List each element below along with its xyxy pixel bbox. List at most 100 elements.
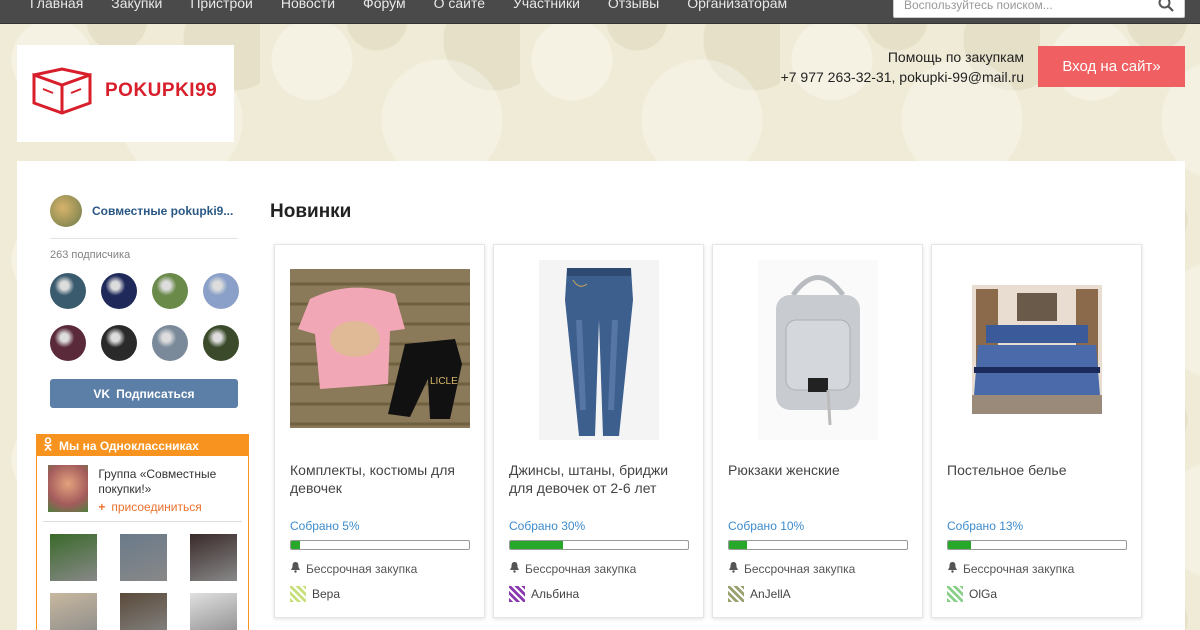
help-contacts: Помощь по закупкам +7 977 263-32-31, pok… xyxy=(781,47,1024,87)
search-box xyxy=(893,0,1185,18)
vk-subscriber-avatar[interactable] xyxy=(50,325,86,361)
vk-subscriber-avatar[interactable] xyxy=(101,325,137,361)
vk-subscriber-avatar[interactable] xyxy=(101,273,137,309)
purchase-type: Бессрочная закупка xyxy=(728,561,855,576)
nav-item-organizers[interactable]: Организаторам xyxy=(673,0,801,12)
purchase-type: Бессрочная закупка xyxy=(290,561,417,576)
vk-subscriber-avatar[interactable] xyxy=(152,325,188,361)
main-panel: Совместные pokupki9... 263 подписчика VK… xyxy=(17,161,1185,630)
ok-join-label: присоединиться xyxy=(111,500,202,514)
ok-join-link[interactable]: + присоединиться xyxy=(98,500,248,514)
organizer-avatar[interactable] xyxy=(509,586,525,602)
purchase-type: Бессрочная закупка xyxy=(947,561,1074,576)
odnoklassniki-icon xyxy=(43,437,53,454)
organizer-name[interactable]: AnJellA xyxy=(750,587,791,601)
nav-item-news[interactable]: Новости xyxy=(267,0,349,12)
vk-subscriber-avatar[interactable] xyxy=(203,273,239,309)
product-image-bedding[interactable] xyxy=(972,285,1102,414)
ok-group-avatar[interactable] xyxy=(48,465,89,512)
product-title[interactable]: Комплекты, костюмы для девочек xyxy=(290,461,470,497)
bell-icon xyxy=(509,561,520,576)
ok-member-photo[interactable] xyxy=(190,534,237,581)
ok-member-photo[interactable] xyxy=(120,534,167,581)
product-title[interactable]: Джинсы, штаны, бриджи для девочек от 2-6… xyxy=(509,461,689,497)
organizer-name[interactable]: Вера xyxy=(312,587,340,601)
search-input[interactable] xyxy=(894,0,1144,17)
ok-member-photo[interactable] xyxy=(50,534,97,581)
section-title: Новинки xyxy=(270,201,352,222)
nav-item-reviews[interactable]: Отзывы xyxy=(594,0,673,12)
ok-member-photos xyxy=(37,522,248,630)
top-nav: Главная Закупки Пристрой Новости Форум О… xyxy=(0,0,1200,24)
vk-widget: Совместные pokupki9... 263 подписчика VK… xyxy=(50,195,239,408)
product-image-girls-sets[interactable]: LICLE xyxy=(290,269,470,428)
vk-subscribe-button[interactable]: VK Подписаться xyxy=(50,379,238,408)
organizer[interactable]: Альбина xyxy=(509,586,579,602)
vk-subscriber-avatars xyxy=(50,273,239,361)
purchase-type-label: Бессрочная закупка xyxy=(744,561,856,576)
collected-label: Собрано 10% xyxy=(728,519,805,533)
vk-subscriber-avatar[interactable] xyxy=(203,325,239,361)
nav-item-about[interactable]: О сайте xyxy=(420,0,499,12)
purchase-type-label: Бессрочная закупка xyxy=(525,561,637,576)
product-title[interactable]: Рюкзаки женские xyxy=(728,461,908,479)
progress-bar xyxy=(947,540,1127,550)
progress-fill xyxy=(729,541,747,549)
product-image-jeans[interactable] xyxy=(539,260,659,440)
ok-group-info: Группа «Совместные покупки!» + присоедини… xyxy=(98,467,248,514)
vk-subscribe-label: Подписаться xyxy=(116,386,195,401)
bell-icon xyxy=(290,561,301,576)
product-card[interactable]: LICLE Комплекты, костюмы для девочек Соб… xyxy=(274,244,485,618)
ok-group: Группа «Совместные покупки!» + присоедини… xyxy=(37,456,248,514)
product-image-backpack[interactable] xyxy=(758,260,878,440)
vk-icon: VK xyxy=(93,386,111,401)
progress-bar xyxy=(509,540,689,550)
organizer-name[interactable]: Альбина xyxy=(531,587,579,601)
purchase-type-label: Бессрочная закупка xyxy=(306,561,418,576)
bell-icon xyxy=(728,561,739,576)
vk-divider xyxy=(50,238,238,239)
ok-member-photo[interactable] xyxy=(190,593,237,630)
ok-member-photo[interactable] xyxy=(120,593,167,630)
help-phone-email[interactable]: +7 977 263-32-31, pokupki-99@mail.ru xyxy=(781,67,1024,87)
organizer-name[interactable]: OlGa xyxy=(969,587,997,601)
nav-item-purchases[interactable]: Закупки xyxy=(97,0,176,12)
organizer[interactable]: AnJellA xyxy=(728,586,791,602)
product-card[interactable]: Постельное белье Собрано 13% Бессрочная … xyxy=(931,244,1142,618)
search-icon[interactable] xyxy=(1158,0,1174,17)
ok-header: Мы на Одноклассниках xyxy=(37,435,248,456)
nav-item-home[interactable]: Главная xyxy=(0,0,97,12)
ok-group-name[interactable]: Группа «Совместные покупки!» xyxy=(98,467,248,497)
nav-item-members[interactable]: Участники xyxy=(499,0,594,12)
organizer-avatar[interactable] xyxy=(728,586,744,602)
organizer[interactable]: OlGa xyxy=(947,586,997,602)
ok-member-photo[interactable] xyxy=(50,593,97,630)
organizer[interactable]: Вера xyxy=(290,586,340,602)
nav-links: Главная Закупки Пристрой Новости Форум О… xyxy=(0,0,801,12)
organizer-avatar[interactable] xyxy=(290,586,306,602)
help-title: Помощь по закупкам xyxy=(887,49,1024,65)
vk-group-name[interactable]: Совместные pokupki9... xyxy=(92,204,233,218)
progress-bar xyxy=(728,540,908,550)
collected-label: Собрано 13% xyxy=(947,519,1024,533)
site-logo[interactable]: POKUPKI99 xyxy=(17,45,234,142)
progress-fill xyxy=(948,541,972,549)
vk-subscriber-avatar[interactable] xyxy=(152,273,188,309)
vk-subscriber-count: 263 подписчика xyxy=(50,249,131,261)
ok-header-label: Мы на Одноклассниках xyxy=(59,438,199,453)
collected-label: Собрано 5% xyxy=(290,519,360,533)
product-title[interactable]: Постельное белье xyxy=(947,461,1127,479)
plus-icon: + xyxy=(98,500,106,514)
vk-subscriber-avatar[interactable] xyxy=(50,273,86,309)
product-card[interactable]: Джинсы, штаны, бриджи для девочек от 2-6… xyxy=(493,244,704,618)
progress-fill xyxy=(510,541,564,549)
nav-item-forum[interactable]: Форум xyxy=(349,0,420,12)
login-button[interactable]: Вход на сайт» xyxy=(1038,46,1185,87)
vk-group-header[interactable]: Совместные pokupki9... xyxy=(50,195,238,227)
vk-group-avatar[interactable] xyxy=(50,195,82,227)
nav-item-pristroy[interactable]: Пристрой xyxy=(176,0,266,12)
logo-icon xyxy=(31,67,93,120)
ok-widget: Мы на Одноклассниках Группа «Совместные … xyxy=(36,434,249,630)
organizer-avatar[interactable] xyxy=(947,586,963,602)
product-card[interactable]: Рюкзаки женские Собрано 10% Бессрочная з… xyxy=(712,244,923,618)
